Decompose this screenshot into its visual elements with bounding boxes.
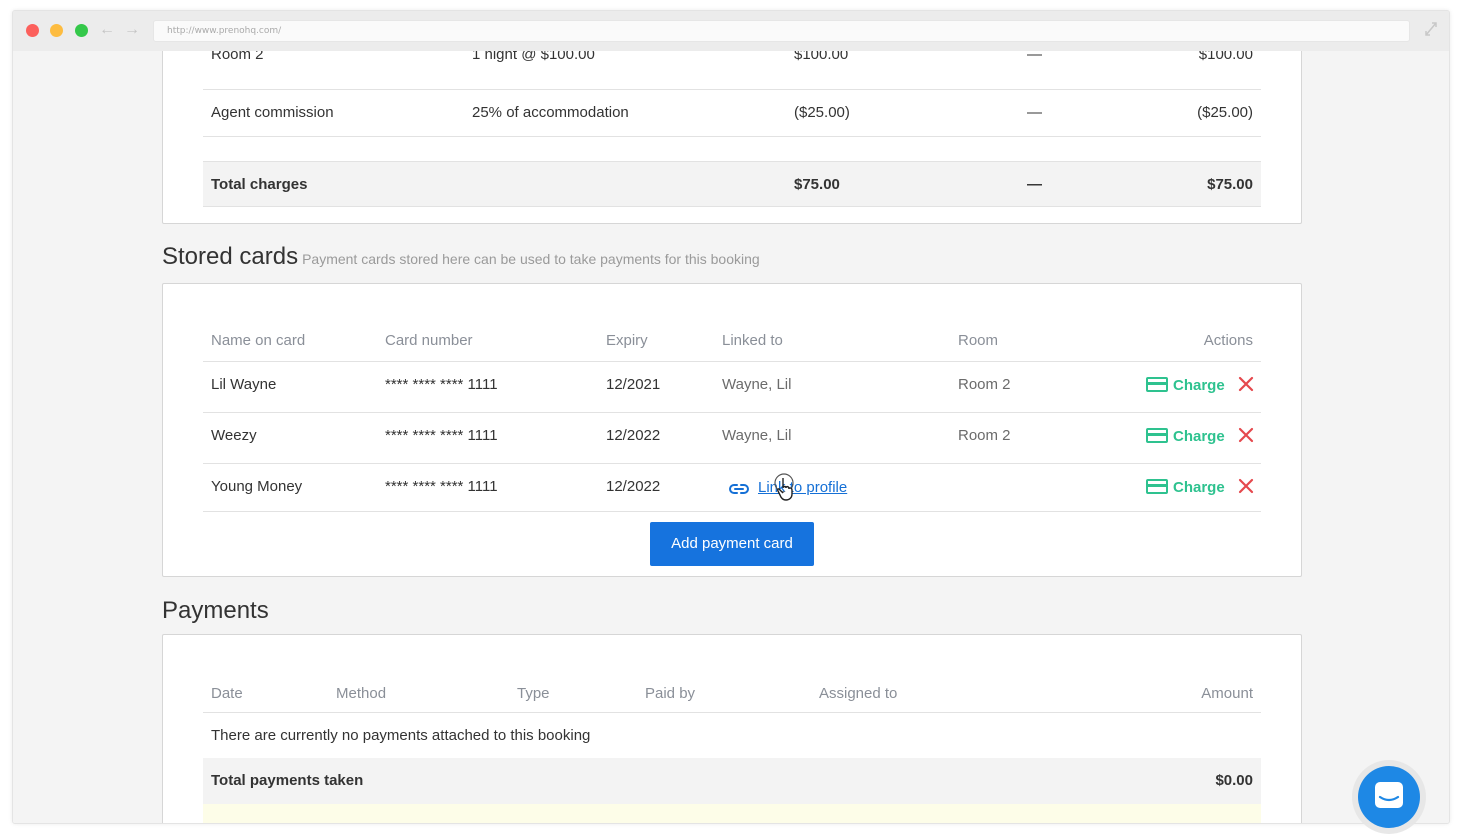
- total-charges-label: Total charges: [211, 176, 308, 193]
- card-number: **** **** **** 1111: [385, 427, 498, 444]
- add-payment-card-button[interactable]: Add payment card: [650, 522, 814, 566]
- total-charges-tax: —: [1027, 176, 1042, 193]
- card-room: Room 2: [958, 427, 1011, 444]
- payments-header-row: Date Method Type Paid by Assigned to Amo…: [203, 685, 1261, 713]
- charge-row: Agent commission 25% of accommodation ($…: [203, 90, 1261, 137]
- forward-arrow-icon[interactable]: →: [124, 20, 140, 40]
- card-row: Weezy **** **** **** 1111 12/2022 Wayne,…: [203, 413, 1261, 464]
- card-row: Lil Wayne **** **** **** 1111 12/2021 Wa…: [203, 362, 1261, 413]
- chat-launcher-button[interactable]: [1358, 766, 1420, 828]
- charges-card: Room 2 1 night @ $100.00 $100.00 — $100.…: [162, 51, 1302, 224]
- credit-card-icon: [1146, 479, 1168, 494]
- browser-window: ← → http://www.prenohq.com/ Room 2 1 nig…: [12, 10, 1450, 824]
- charge-button[interactable]: Charge: [1146, 479, 1225, 499]
- col-header-actions: Actions: [1203, 332, 1253, 349]
- link-to-profile-label: Link to profile: [758, 479, 848, 496]
- card-expiry: 12/2022: [606, 427, 661, 444]
- link-icon: [729, 484, 749, 494]
- delete-card-icon[interactable]: [1237, 477, 1255, 495]
- charge-label: Charge: [1173, 428, 1225, 445]
- charge-tax: —: [1027, 51, 1042, 63]
- total-payments-amount: $0.00: [1215, 772, 1253, 789]
- card-row: Young Money **** **** **** 1111 12/2022 …: [203, 464, 1261, 512]
- card-number: **** **** **** 1111: [385, 376, 498, 393]
- charge-label: Charge: [1173, 377, 1225, 394]
- charge-description: 25% of accommodation: [472, 104, 629, 121]
- charge-name: Agent commission: [211, 104, 334, 121]
- stored-cards-card: Name on card Card number Expiry Linked t…: [162, 283, 1302, 577]
- col-header-date: Date: [211, 685, 243, 702]
- card-name: Lil Wayne: [211, 376, 277, 393]
- col-header-name: Name on card: [211, 332, 306, 349]
- total-charges-amount: $75.00: [794, 176, 840, 193]
- chat-icon: [1375, 782, 1403, 808]
- col-header-number: Card number: [385, 332, 473, 349]
- no-payments-message: There are currently no payments attached…: [211, 727, 591, 744]
- charge-description: 1 night @ $100.00: [472, 51, 595, 63]
- credit-card-icon: [1146, 428, 1168, 443]
- charge-row: Room 2 1 night @ $100.00 $100.00 — $100.…: [203, 51, 1261, 90]
- col-header-paid-by: Paid by: [645, 685, 696, 702]
- card-linked-guest[interactable]: Wayne, Lil: [722, 427, 791, 444]
- col-header-method: Method: [336, 685, 387, 702]
- payments-heading: Payments: [162, 597, 269, 625]
- total-charges-row: Total charges $75.00 — $75.00: [203, 161, 1261, 207]
- stored-cards-subtitle: Payment cards stored here can be used to…: [302, 251, 760, 267]
- charge-tax: —: [1027, 104, 1042, 121]
- maximize-window-button[interactable]: [75, 24, 88, 37]
- credit-card-icon: [1146, 377, 1168, 392]
- payments-title: Payments: [162, 597, 269, 624]
- charge-button[interactable]: Charge: [1146, 377, 1225, 397]
- col-header-room: Room: [958, 332, 999, 349]
- total-payments-row: Total payments taken $0.00: [203, 758, 1261, 804]
- col-header-type: Type: [517, 685, 550, 702]
- minimize-window-button[interactable]: [50, 24, 63, 37]
- charge-total: ($25.00): [1197, 104, 1253, 121]
- close-window-button[interactable]: [26, 24, 39, 37]
- col-header-linked: Linked to: [722, 332, 783, 349]
- col-header-assigned: Assigned to: [819, 685, 898, 702]
- charge-button[interactable]: Charge: [1146, 428, 1225, 448]
- delete-card-icon[interactable]: [1237, 375, 1255, 393]
- back-arrow-icon[interactable]: ←: [99, 20, 115, 40]
- payments-empty-row: There are currently no payments attached…: [203, 713, 1261, 758]
- hand-cursor-icon: [774, 473, 794, 501]
- payments-card: Date Method Type Paid by Assigned to Amo…: [162, 634, 1302, 823]
- card-number: **** **** **** 1111: [385, 478, 498, 495]
- card-name: Young Money: [211, 478, 303, 495]
- card-linked-guest[interactable]: Wayne, Lil: [722, 376, 791, 393]
- card-expiry: 12/2021: [606, 376, 661, 393]
- stored-cards-heading: Stored cards Payment cards stored here ca…: [162, 243, 760, 271]
- fullscreen-icon[interactable]: [1424, 21, 1438, 37]
- delete-card-icon[interactable]: [1237, 426, 1255, 444]
- page-viewport: Room 2 1 night @ $100.00 $100.00 — $100.…: [13, 51, 1449, 823]
- charge-name: Room 2: [211, 51, 264, 63]
- card-room: Room 2: [958, 376, 1011, 393]
- browser-toolbar: ← → http://www.prenohq.com/: [13, 11, 1449, 51]
- charge-total: $100.00: [1198, 51, 1253, 63]
- col-header-expiry: Expiry: [606, 332, 648, 349]
- col-header-amount: Amount: [1201, 685, 1253, 702]
- stored-cards-title: Stored cards: [162, 243, 299, 270]
- card-name: Weezy: [211, 427, 257, 444]
- charge-label: Charge: [1173, 479, 1225, 496]
- stored-cards-header-row: Name on card Card number Expiry Linked t…: [203, 332, 1261, 362]
- card-expiry: 12/2022: [606, 478, 661, 495]
- total-payments-label: Total payments taken: [211, 772, 364, 789]
- charge-amount: ($25.00): [794, 104, 850, 121]
- address-bar[interactable]: http://www.prenohq.com/: [153, 20, 1410, 42]
- total-charges-total: $75.00: [1207, 176, 1253, 193]
- charge-amount: $100.00: [794, 51, 849, 63]
- balance-row: [203, 804, 1261, 823]
